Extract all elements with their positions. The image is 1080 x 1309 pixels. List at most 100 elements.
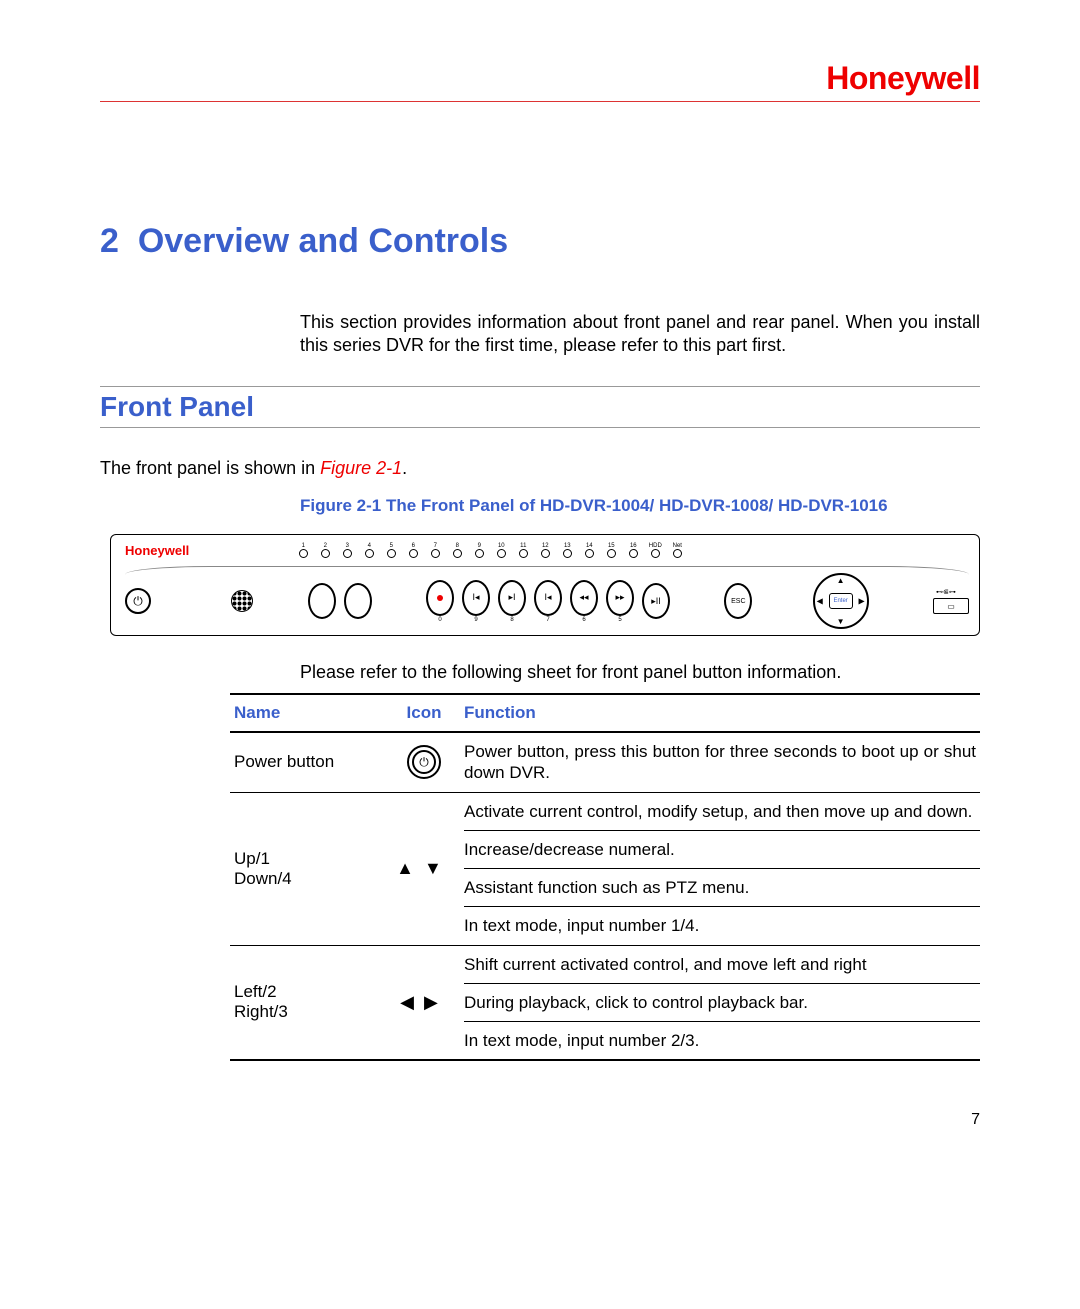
esc-label: ESC — [731, 598, 745, 605]
oval-button: ▸II — [642, 583, 670, 619]
table-body: Power button ⏻ Power button, press this bu… — [230, 733, 980, 1059]
section-title: 2 Overview and Controls — [100, 222, 980, 261]
led-indicator: HDD — [647, 543, 663, 558]
led-indicator: 2 — [317, 543, 333, 558]
sub-number: 5 — [618, 617, 621, 623]
led-indicator: 5 — [383, 543, 399, 558]
led-indicator: 1 — [295, 543, 311, 558]
brand-logo: Honeywell — [826, 60, 980, 97]
arrow-down-icon: ▼ — [837, 617, 845, 626]
oval-button: I◂ — [534, 580, 562, 616]
table-header-function: Function — [464, 703, 980, 723]
led-indicator: 16 — [625, 543, 641, 558]
section-title-text: Overview and Controls — [138, 222, 508, 260]
oval-button: I◂ — [462, 580, 490, 616]
subsection-heading: Front Panel — [100, 386, 980, 428]
function-item: In text mode, input number 1/4. — [464, 907, 980, 944]
sub-number: 6 — [582, 617, 585, 623]
oval-group-playback: 0 I◂9 ▸I8 I◂7 ◂◂6 ▸▸5 ▸II — [426, 580, 670, 623]
row-functions: Activate current control, modify setup, … — [464, 793, 980, 945]
record-button-icon — [426, 580, 454, 616]
led-indicator: Net — [669, 543, 685, 558]
page-number: 7 — [100, 1111, 980, 1129]
function-item: Activate current control, modify setup, … — [464, 793, 980, 831]
function-item: In text mode, input number 2/3. — [464, 1022, 980, 1059]
panel-bottom-row: ⏻ 0 I◂9 ▸I8 I◂7 ◂◂6 ▸▸5 ▸II ESC ▲ ▼ ◀ ▶ — [125, 573, 969, 629]
led-indicator: 9 — [471, 543, 487, 558]
page-header: Honeywell — [100, 60, 980, 102]
oval-button: ◂◂ — [570, 580, 598, 616]
led-strip: 12345678910111213141516HDDNet — [295, 543, 685, 558]
power-icon: ⏻ — [407, 745, 441, 779]
dpad-icon: ▲ ▼ ◀ ▶ Enter — [813, 573, 869, 629]
row-functions: Power button, press this button for thre… — [464, 733, 980, 792]
table-row: Power button ⏻ Power button, press this bu… — [230, 733, 980, 793]
function-item: Assistant function such as PTZ menu. — [464, 869, 980, 907]
section-number: 2 — [100, 222, 119, 260]
figure-reference: Figure 2-1 — [320, 458, 402, 478]
sub-number: 7 — [546, 617, 549, 623]
front-panel-table: Name Icon Function Power button⏻Power bu… — [230, 693, 980, 1061]
up-down-arrows-icon: ▲▼ — [396, 858, 452, 879]
power-button-icon: ⏻ — [125, 588, 151, 614]
sub-number: 8 — [510, 617, 513, 623]
table-row: Left/2 Right/3 ◀▶ Shift current activated … — [230, 946, 980, 1060]
table-header-name: Name — [230, 703, 384, 723]
panel-brand-logo: Honeywell — [125, 543, 189, 558]
esc-button-icon: ESC — [724, 583, 752, 619]
lead-in-post: . — [402, 458, 407, 478]
figure-lead-in: The front panel is shown in Figure 2-1. — [100, 458, 980, 479]
row-name: Up/1 Down/4 — [230, 793, 384, 945]
lead-in-pre: The front panel is shown in — [100, 458, 320, 478]
row-functions: Shift current activated control, and mov… — [464, 946, 980, 1060]
rule — [100, 427, 980, 428]
led-indicator: 7 — [427, 543, 443, 558]
led-indicator: 12 — [537, 543, 553, 558]
figure-caption: Figure 2-1 The Front Panel of HD-DVR-100… — [300, 496, 980, 516]
table-header-row: Name Icon Function — [230, 695, 980, 733]
enter-button-icon: Enter — [829, 593, 853, 609]
arrow-left-icon: ◀ — [817, 597, 823, 606]
sub-number: 9 — [474, 617, 477, 623]
front-panel-figure: Honeywell 12345678910111213141516HDDNet … — [110, 534, 980, 636]
document-page: Honeywell 2 Overview and Controls This s… — [0, 0, 1080, 1169]
table-intro: Please refer to the following sheet for … — [300, 662, 980, 683]
table-row: Up/1 Down/4 ▲▼ Activate current control, m… — [230, 793, 980, 946]
panel-top-row: Honeywell 12345678910111213141516HDDNet — [125, 543, 969, 558]
usb-label: ⊷⋐⊶ — [936, 588, 956, 596]
row-icon: ◀▶ — [384, 946, 464, 1060]
led-indicator: 8 — [449, 543, 465, 558]
led-indicator: 14 — [581, 543, 597, 558]
oval-button: ▸I — [498, 580, 526, 616]
table-header-icon: Icon — [384, 703, 464, 723]
led-indicator: 4 — [361, 543, 377, 558]
function-item: Increase/decrease numeral. — [464, 831, 980, 869]
oval-button — [344, 583, 372, 619]
sub-number: 0 — [438, 617, 441, 623]
row-name: Power button — [230, 733, 384, 792]
led-indicator: 6 — [405, 543, 421, 558]
arrow-up-icon: ▲ — [837, 576, 845, 585]
row-name: Left/2 Right/3 — [230, 946, 384, 1060]
function-item: Power button, press this button for thre… — [464, 733, 980, 792]
function-item: During playback, click to control playba… — [464, 984, 980, 1022]
subsection-title: Front Panel — [100, 391, 980, 423]
oval-button — [308, 583, 336, 619]
rule — [100, 386, 980, 387]
led-indicator: 10 — [493, 543, 509, 558]
row-icon: ▲▼ — [384, 793, 464, 945]
usb-port: ⊷⋐⊶ ▭ — [923, 588, 969, 614]
usb-slot-icon: ▭ — [933, 598, 969, 614]
ir-sensor-icon — [231, 590, 253, 612]
led-indicator: 15 — [603, 543, 619, 558]
left-right-arrows-icon: ◀▶ — [400, 992, 448, 1013]
led-indicator: 3 — [339, 543, 355, 558]
oval-button: ▸▸ — [606, 580, 634, 616]
oval-group-left — [308, 583, 372, 619]
arrow-right-icon: ▶ — [858, 597, 864, 606]
led-indicator: 13 — [559, 543, 575, 558]
led-indicator: 11 — [515, 543, 531, 558]
section-intro: This section provides information about … — [300, 311, 980, 356]
function-item: Shift current activated control, and mov… — [464, 946, 980, 984]
row-icon: ⏻ — [384, 733, 464, 792]
